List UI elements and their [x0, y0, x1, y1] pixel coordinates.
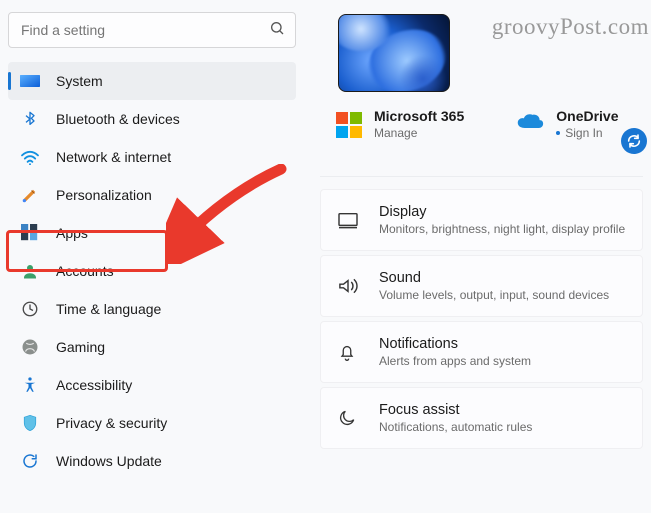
- sidebar-item-gaming[interactable]: Gaming: [8, 328, 296, 366]
- service-onedrive[interactable]: OneDrive Sign In: [516, 108, 618, 140]
- card-subtitle: Monitors, brightness, night light, displ…: [379, 222, 625, 236]
- sidebar-item-personalization[interactable]: Personalization: [8, 176, 296, 214]
- system-icon: [20, 71, 40, 91]
- sidebar-item-label: Bluetooth & devices: [56, 111, 180, 127]
- sidebar-item-label: Personalization: [56, 187, 152, 203]
- sidebar-item-apps[interactable]: Apps: [8, 214, 296, 252]
- sidebar-item-accounts[interactable]: Accounts: [8, 252, 296, 290]
- sidebar-item-label: Accounts: [56, 263, 114, 279]
- search-input[interactable]: [21, 22, 269, 38]
- watermark-text: groovyPost.com: [492, 14, 649, 40]
- settings-cards: Display Monitors, brightness, night ligh…: [320, 189, 643, 449]
- card-title: Sound: [379, 270, 609, 286]
- clock-globe-icon: [20, 299, 40, 319]
- sidebar: System Bluetooth & devices Network & int…: [8, 12, 296, 480]
- service-subtext: Sign In: [556, 126, 618, 140]
- sidebar-item-label: Network & internet: [56, 149, 171, 165]
- search-icon: [269, 20, 285, 41]
- card-focus-assist[interactable]: Focus assist Notifications, automatic ru…: [320, 387, 643, 449]
- card-title: Focus assist: [379, 402, 532, 418]
- xbox-icon: [20, 337, 40, 357]
- sidebar-item-windows-update[interactable]: Windows Update: [8, 442, 296, 480]
- search-box[interactable]: [8, 12, 296, 48]
- sidebar-item-label: Time & language: [56, 301, 161, 317]
- service-subtext: Manage: [374, 126, 464, 140]
- sidebar-nav: System Bluetooth & devices Network & int…: [8, 62, 296, 480]
- section-divider: [320, 176, 643, 177]
- sidebar-item-system[interactable]: System: [8, 62, 296, 100]
- paintbrush-icon: [20, 185, 40, 205]
- sidebar-item-label: Gaming: [56, 339, 105, 355]
- sidebar-item-network[interactable]: Network & internet: [8, 138, 296, 176]
- card-display[interactable]: Display Monitors, brightness, night ligh…: [320, 189, 643, 251]
- service-microsoft365[interactable]: Microsoft 365 Manage: [336, 108, 464, 140]
- card-subtitle: Notifications, automatic rules: [379, 420, 532, 434]
- sync-button[interactable]: [621, 128, 647, 154]
- update-icon: [20, 451, 40, 471]
- moon-icon: [337, 408, 359, 428]
- content-area: groovyPost.com Microsoft 365 Manage OneD…: [320, 8, 643, 449]
- card-sound[interactable]: Sound Volume levels, output, input, soun…: [320, 255, 643, 317]
- onedrive-icon: [516, 108, 544, 140]
- service-title: OneDrive: [556, 108, 618, 124]
- card-subtitle: Alerts from apps and system: [379, 354, 531, 368]
- sidebar-item-label: Privacy & security: [56, 415, 167, 431]
- service-title: Microsoft 365: [374, 108, 464, 124]
- apps-icon: [20, 223, 40, 243]
- wifi-icon: [20, 147, 40, 167]
- card-title: Notifications: [379, 336, 531, 352]
- sidebar-item-label: Apps: [56, 225, 88, 241]
- card-title: Display: [379, 204, 625, 220]
- bluetooth-icon: [20, 109, 40, 129]
- services-row: Microsoft 365 Manage OneDrive Sign In: [336, 108, 643, 140]
- card-notifications[interactable]: Notifications Alerts from apps and syste…: [320, 321, 643, 383]
- desktop-preview[interactable]: [338, 14, 450, 92]
- sidebar-item-label: Accessibility: [56, 377, 132, 393]
- sound-icon: [337, 277, 359, 295]
- sidebar-item-label: System: [56, 73, 103, 89]
- sidebar-item-bluetooth[interactable]: Bluetooth & devices: [8, 100, 296, 138]
- accessibility-icon: [20, 375, 40, 395]
- shield-icon: [20, 413, 40, 433]
- bell-icon: [337, 342, 359, 362]
- sidebar-item-time-language[interactable]: Time & language: [8, 290, 296, 328]
- person-icon: [20, 261, 40, 281]
- card-subtitle: Volume levels, output, input, sound devi…: [379, 288, 609, 302]
- sidebar-item-privacy[interactable]: Privacy & security: [8, 404, 296, 442]
- microsoft-logo-icon: [336, 112, 362, 138]
- sidebar-item-accessibility[interactable]: Accessibility: [8, 366, 296, 404]
- sidebar-item-label: Windows Update: [56, 453, 162, 469]
- display-icon: [337, 211, 359, 229]
